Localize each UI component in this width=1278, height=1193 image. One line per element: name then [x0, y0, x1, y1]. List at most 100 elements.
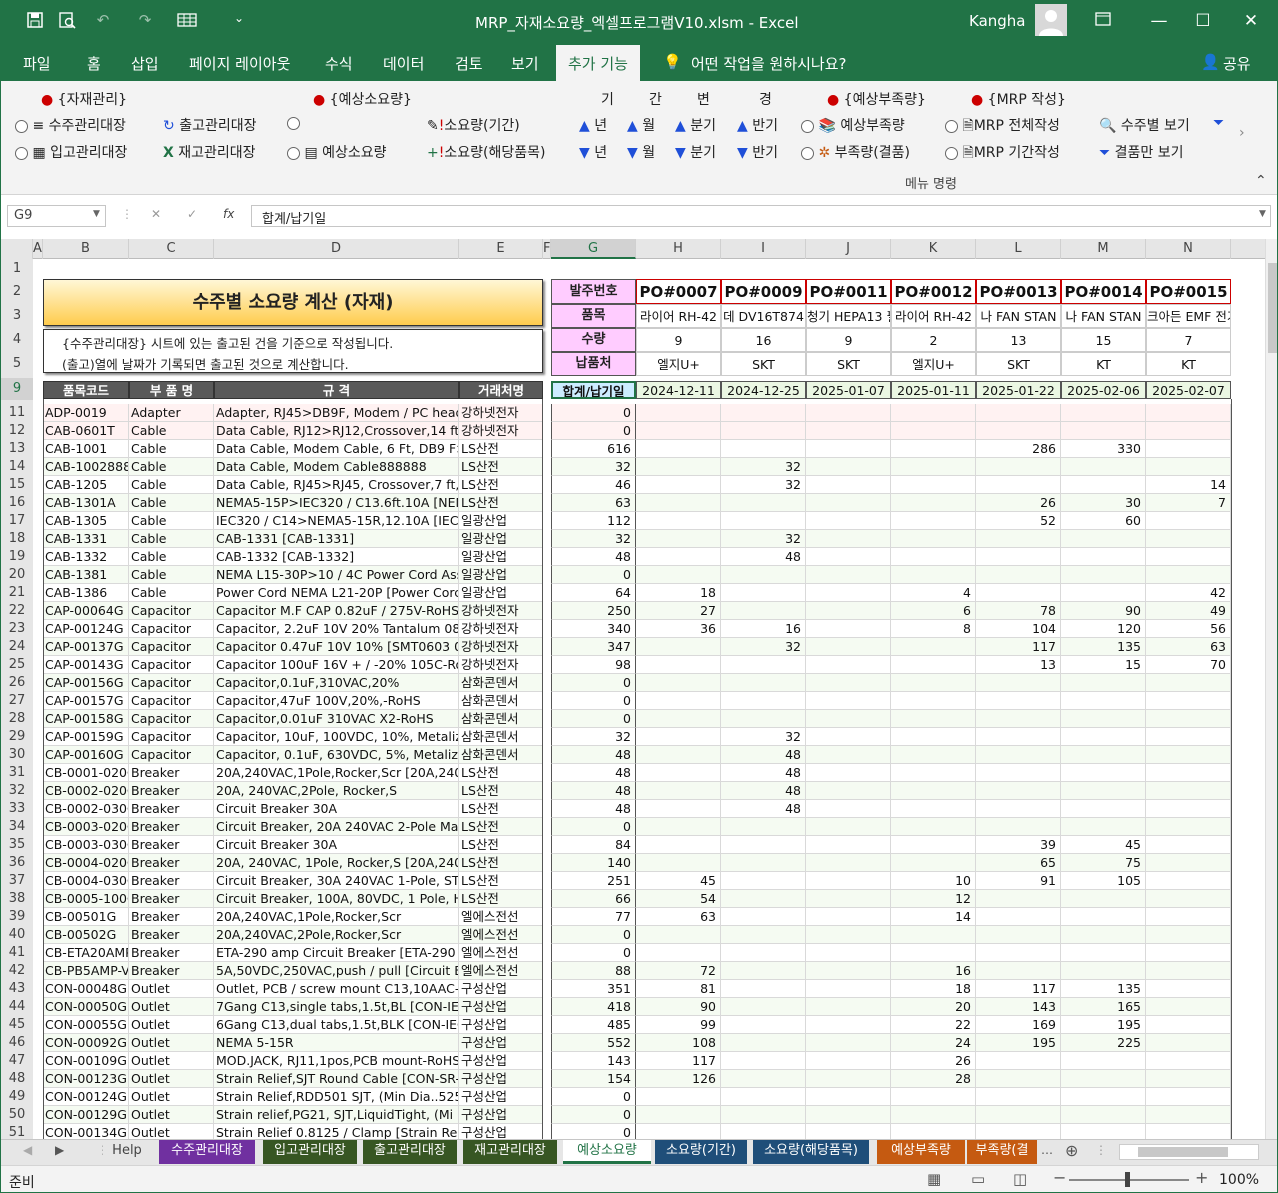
qty-cell[interactable]	[636, 566, 721, 584]
spec-cell[interactable]: Power Cord NEMA L21-20P [Power Corc	[214, 584, 459, 602]
total-cell[interactable]: 48	[551, 782, 636, 800]
part-name-cell[interactable]: Capacitor	[129, 656, 214, 674]
qty-cell[interactable]	[806, 854, 891, 872]
item-code-cell[interactable]: CAP-00143G	[43, 656, 129, 674]
total-cell[interactable]: 616	[551, 440, 636, 458]
page-break-view-icon[interactable]: ◫	[1013, 1170, 1027, 1188]
item-code-cell[interactable]: CAB-1381	[43, 566, 129, 584]
qty-cell[interactable]: 143	[976, 998, 1061, 1016]
qty-cell[interactable]	[721, 944, 806, 962]
qty-cell[interactable]: 52	[976, 512, 1061, 530]
qty-cell[interactable]	[1146, 1052, 1231, 1070]
item-code-cell[interactable]: CAB-1001	[43, 440, 129, 458]
qty-cell[interactable]: 48	[721, 764, 806, 782]
qty-cell[interactable]	[1146, 674, 1231, 692]
qty-cell[interactable]	[1146, 998, 1231, 1016]
part-name-cell[interactable]: Cable	[129, 548, 214, 566]
qty-cell[interactable]	[1146, 1088, 1231, 1106]
item-code-cell[interactable]: CB-PB5AMP-V	[43, 962, 129, 980]
qty-cell[interactable]	[806, 1088, 891, 1106]
qty-cell[interactable]	[721, 602, 806, 620]
item-code-cell[interactable]: CON-00109G	[43, 1052, 129, 1070]
qty-cell[interactable]	[806, 962, 891, 980]
qty-cell[interactable]	[1061, 674, 1146, 692]
po-info-cell[interactable]: 9	[806, 328, 891, 352]
qty-cell[interactable]	[636, 530, 721, 548]
spec-cell[interactable]: Adapter, RJ45>DB9F, Modem / PC heads	[214, 404, 459, 422]
qty-cell[interactable]: 169	[976, 1016, 1061, 1034]
qty-cell[interactable]	[976, 962, 1061, 980]
row-header[interactable]: 46	[1, 1034, 33, 1052]
row-header[interactable]: 40	[1, 926, 33, 944]
qty-cell[interactable]: 15	[1061, 656, 1146, 674]
qty-cell[interactable]	[976, 710, 1061, 728]
qty-cell[interactable]	[976, 566, 1061, 584]
qty-cell[interactable]	[976, 764, 1061, 782]
row-header[interactable]: 36	[1, 854, 33, 872]
spec-cell[interactable]: 5A,50VDC,250VAC,push / pull [Circuit Bre	[214, 962, 459, 980]
item-code-cell[interactable]: CAP-00156G	[43, 674, 129, 692]
month-down-button[interactable]: ▼ 월	[627, 142, 655, 162]
qty-cell[interactable]	[636, 656, 721, 674]
qty-cell[interactable]	[1061, 1052, 1146, 1070]
qty-cell[interactable]	[806, 584, 891, 602]
zoom-out-icon[interactable]: −	[1053, 1168, 1066, 1187]
row-header[interactable]: 27	[1, 692, 33, 710]
spec-cell[interactable]: Strain Relief,SJT Round Cable [CON-SR-	[214, 1070, 459, 1088]
col-header-n[interactable]: N	[1146, 239, 1231, 259]
undo-icon[interactable]: ↶	[93, 11, 113, 31]
vendor-cell[interactable]: 구성산업	[459, 1016, 543, 1034]
sheet-tab[interactable]: 예상소요량	[563, 1140, 651, 1164]
row-header[interactable]: 11	[1, 404, 33, 422]
vertical-scrollbar[interactable]	[1265, 239, 1277, 1139]
spec-cell[interactable]: Capacitor, 2.2uF 10V 20% Tantalum 0805	[214, 620, 459, 638]
sheet-tab[interactable]: 입고관리대장	[263, 1140, 357, 1164]
qty-cell[interactable]	[891, 440, 976, 458]
qty-cell[interactable]	[721, 710, 806, 728]
ribbon-scroll-right-icon[interactable]: ›	[1239, 125, 1245, 141]
qty-cell[interactable]	[806, 908, 891, 926]
total-cell[interactable]: 0	[551, 710, 636, 728]
item-code-cell[interactable]: CON-00123G	[43, 1070, 129, 1088]
vendor-cell[interactable]: 강하넷전자	[459, 404, 543, 422]
item-code-cell[interactable]: CON-00129G	[43, 1106, 129, 1124]
customize-qat-icon[interactable]: ⌄	[229, 11, 249, 31]
item-code-cell[interactable]: CB-0004-020G	[43, 854, 129, 872]
vendor-cell[interactable]: 구성산업	[459, 1088, 543, 1106]
part-name-cell[interactable]: Cable	[129, 584, 214, 602]
qty-cell[interactable]	[806, 818, 891, 836]
qty-cell[interactable]	[1146, 1106, 1231, 1124]
part-name-cell[interactable]: Cable	[129, 440, 214, 458]
enter-icon[interactable]: ✓	[187, 207, 197, 221]
item-code-cell[interactable]: CON-00134G	[43, 1124, 129, 1139]
insert-function-icon[interactable]: fx	[223, 207, 234, 221]
qty-cell[interactable]	[891, 782, 976, 800]
total-cell[interactable]: 0	[551, 674, 636, 692]
spec-cell[interactable]: Strain relief,PG21, SJT,LiquidTight, (Mi…	[214, 1106, 459, 1124]
qty-cell[interactable]	[1061, 1070, 1146, 1088]
mrp-period-button[interactable]: 🗎MRP 기간작성	[945, 142, 1060, 166]
total-cell[interactable]: 140	[551, 854, 636, 872]
qty-cell[interactable]	[636, 422, 721, 440]
total-cell[interactable]: 0	[551, 422, 636, 440]
qty-cell[interactable]	[721, 1124, 806, 1139]
qty-cell[interactable]	[1061, 458, 1146, 476]
vendor-cell[interactable]: 일광산업	[459, 566, 543, 584]
qty-cell[interactable]	[891, 476, 976, 494]
qty-cell[interactable]	[1061, 692, 1146, 710]
scroll-thumb[interactable]	[1268, 263, 1277, 353]
qty-cell[interactable]	[721, 908, 806, 926]
row-header[interactable]: 50	[1, 1106, 33, 1124]
qty-cell[interactable]: 48	[721, 746, 806, 764]
row-header[interactable]: 41	[1, 944, 33, 962]
qty-cell[interactable]: 26	[891, 1052, 976, 1070]
qty-cell[interactable]: 135	[1061, 980, 1146, 998]
qty-cell[interactable]	[806, 674, 891, 692]
qty-cell[interactable]: 105	[1061, 872, 1146, 890]
vendor-cell[interactable]: 일광산업	[459, 530, 543, 548]
shortage-button[interactable]: ✲ 부족량(결품)	[801, 142, 910, 162]
select-all-corner[interactable]	[1, 239, 33, 259]
qty-cell[interactable]	[636, 1106, 721, 1124]
row-header[interactable]: 5	[1, 352, 33, 376]
qty-cell[interactable]	[721, 980, 806, 998]
